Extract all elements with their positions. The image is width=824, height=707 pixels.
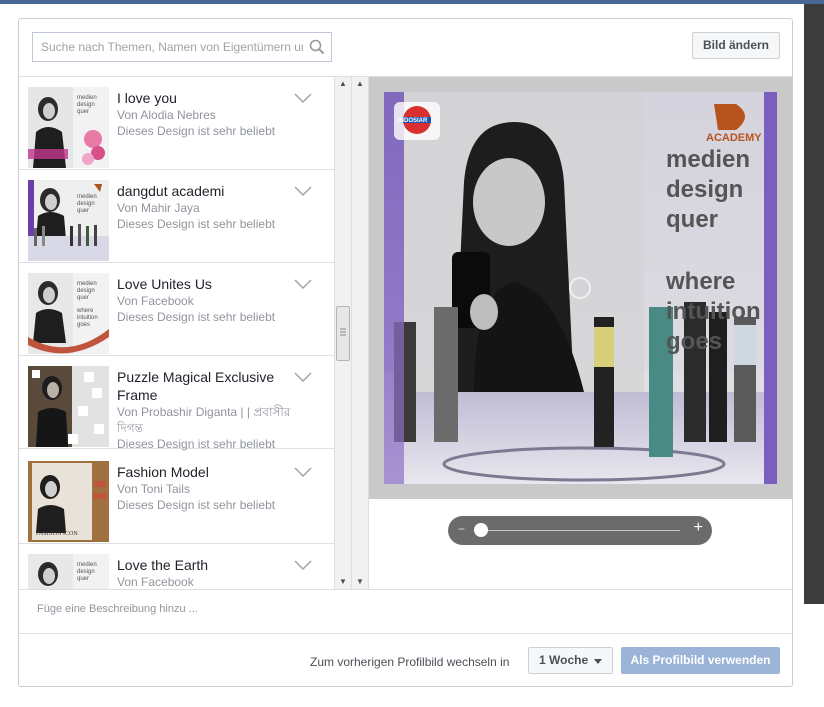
duration-value: 1 Woche bbox=[539, 653, 589, 667]
preview-text: medien bbox=[666, 146, 751, 173]
chevron-down-icon[interactable] bbox=[294, 467, 312, 477]
thumb-text: medien bbox=[77, 95, 97, 101]
divider bbox=[19, 589, 792, 590]
frame-item-puzzle-magical[interactable]: Puzzle Magical Exclusive Frame Von Proba… bbox=[19, 356, 334, 451]
list-scrollbar[interactable]: ▲ ▼ bbox=[335, 77, 352, 589]
frame-list: medien design quer I love you Von Alodia… bbox=[19, 77, 335, 589]
frame-thumbnail: FASHION ICON bbox=[28, 461, 109, 542]
browser-top-bar bbox=[0, 0, 824, 4]
preview-text: design bbox=[666, 176, 744, 203]
preview-text: intuition bbox=[666, 298, 761, 325]
zoom-track[interactable] bbox=[474, 530, 680, 531]
search-input[interactable] bbox=[33, 33, 303, 61]
frame-item-love-unites-us[interactable]: medien design quer where intuition goes … bbox=[19, 263, 334, 356]
frame-popularity: Dieses Design ist sehr beliebt bbox=[117, 124, 276, 138]
frame-thumbnail bbox=[28, 366, 109, 447]
frame-title: Fashion Model bbox=[117, 464, 209, 480]
chevron-down-icon[interactable] bbox=[294, 93, 312, 103]
thumb-text: quer bbox=[77, 295, 90, 301]
frame-thumbnail: medien design quer bbox=[28, 87, 109, 168]
frame-author: Von Facebook bbox=[117, 575, 194, 589]
thumb-text: quer bbox=[77, 109, 90, 115]
frame-popularity: Dieses Design ist sehr beliebt bbox=[117, 310, 276, 324]
scroll-up-arrow-icon[interactable]: ▲ bbox=[352, 77, 368, 91]
thumb-text: design bbox=[77, 288, 95, 294]
thumb-text: quer bbox=[77, 208, 90, 214]
thumb-text: goes bbox=[77, 322, 91, 328]
frame-item-love-the-earth[interactable]: medien design quer Love the Earth Von Fa… bbox=[19, 544, 334, 589]
scroll-up-arrow-icon[interactable]: ▲ bbox=[335, 77, 351, 91]
frame-item-i-love-you[interactable]: medien design quer I love you Von Alodia… bbox=[19, 77, 334, 170]
chevron-down-icon[interactable] bbox=[294, 186, 312, 196]
thumb-text: intuition bbox=[77, 315, 98, 321]
frame-title: I love you bbox=[117, 90, 177, 106]
frame-author: Von Facebook bbox=[117, 294, 194, 308]
frame-popularity: Dieses Design ist sehr beliebt bbox=[117, 217, 276, 231]
chevron-down-icon[interactable] bbox=[294, 372, 312, 382]
divider bbox=[19, 633, 792, 634]
zoom-in-icon[interactable]: + bbox=[694, 519, 703, 537]
scroll-down-arrow-icon[interactable]: ▼ bbox=[335, 575, 351, 589]
duration-dropdown[interactable]: 1 Woche bbox=[528, 647, 613, 674]
thumb-text: design bbox=[77, 102, 95, 108]
frame-thumbnail: medien design quer where intuition goes bbox=[28, 273, 109, 354]
scroll-down-arrow-icon[interactable]: ▼ bbox=[352, 575, 368, 589]
thumb-text: FASHION ICON bbox=[36, 531, 78, 537]
frame-item-dangdut-academi[interactable]: medien design quer dangdut academi Von M… bbox=[19, 170, 334, 263]
background-edge bbox=[804, 4, 824, 604]
profile-preview-image[interactable]: INDOSIAR ACADEMY medien design quer wher… bbox=[384, 92, 777, 484]
frame-author: Von Alodia Nebres bbox=[117, 108, 216, 122]
thumb-text: medien bbox=[77, 562, 97, 568]
change-picture-button[interactable]: Bild ändern bbox=[691, 32, 780, 59]
scrollbar-thumb[interactable] bbox=[336, 306, 350, 361]
preview-text: quer bbox=[666, 206, 719, 233]
preview-text: goes bbox=[666, 328, 723, 355]
zoom-slider[interactable]: − + bbox=[448, 516, 712, 545]
frame-title: Love the Earth bbox=[117, 557, 209, 573]
frame-author: Von Mahir Jaya bbox=[117, 201, 200, 215]
frame-title: dangdut academi bbox=[117, 183, 225, 199]
revert-label: Zum vorherigen Profilbild wechseln in bbox=[310, 655, 510, 669]
description-input[interactable]: Füge eine Beschreibung hinzu ... bbox=[37, 603, 198, 615]
frame-title: Love Unites Us bbox=[117, 276, 212, 292]
academy-logo: ACADEMY bbox=[706, 132, 762, 144]
frame-author: Von Probashir Diganta | | প্রবাসীর দিগন্… bbox=[117, 405, 291, 435]
profile-frame-dialog: Bild ändern medien design bbox=[18, 18, 793, 687]
use-as-profile-picture-button[interactable]: Als Profilbild verwenden bbox=[621, 647, 780, 674]
search-icon[interactable] bbox=[309, 39, 325, 55]
frame-title: Puzzle Magical Exclusive Frame bbox=[117, 369, 275, 403]
zoom-knob[interactable] bbox=[474, 523, 488, 537]
thumb-text: medien bbox=[77, 194, 97, 200]
preview-text: where bbox=[666, 268, 736, 295]
search-box bbox=[32, 32, 332, 62]
thumb-text: quer bbox=[77, 576, 90, 582]
chevron-down-icon[interactable] bbox=[294, 279, 312, 289]
frame-author: Von Toni Tails bbox=[117, 482, 190, 496]
frame-thumbnail: medien design quer bbox=[28, 180, 109, 261]
secondary-scrollbar[interactable]: ▲ ▼ bbox=[352, 77, 369, 589]
zoom-out-icon[interactable]: − bbox=[458, 522, 465, 536]
frame-item-fashion-model[interactable]: FASHION ICON Fashion Model Von Toni Tail… bbox=[19, 451, 334, 544]
thumb-text: design bbox=[77, 569, 95, 575]
chevron-down-icon[interactable] bbox=[294, 560, 312, 570]
thumb-text: medien bbox=[77, 281, 97, 287]
preview-area: INDOSIAR ACADEMY medien design quer wher… bbox=[369, 77, 792, 499]
thumb-text: where bbox=[77, 308, 94, 314]
frame-popularity: Dieses Design ist sehr beliebt bbox=[117, 498, 276, 512]
indosiar-logo: INDOSIAR bbox=[398, 118, 428, 124]
thumb-text: design bbox=[77, 201, 95, 207]
caret-down-icon bbox=[594, 659, 602, 664]
frame-thumbnail: medien design quer bbox=[28, 554, 109, 589]
frame-popularity: Dieses Design ist sehr beliebt bbox=[117, 437, 276, 451]
